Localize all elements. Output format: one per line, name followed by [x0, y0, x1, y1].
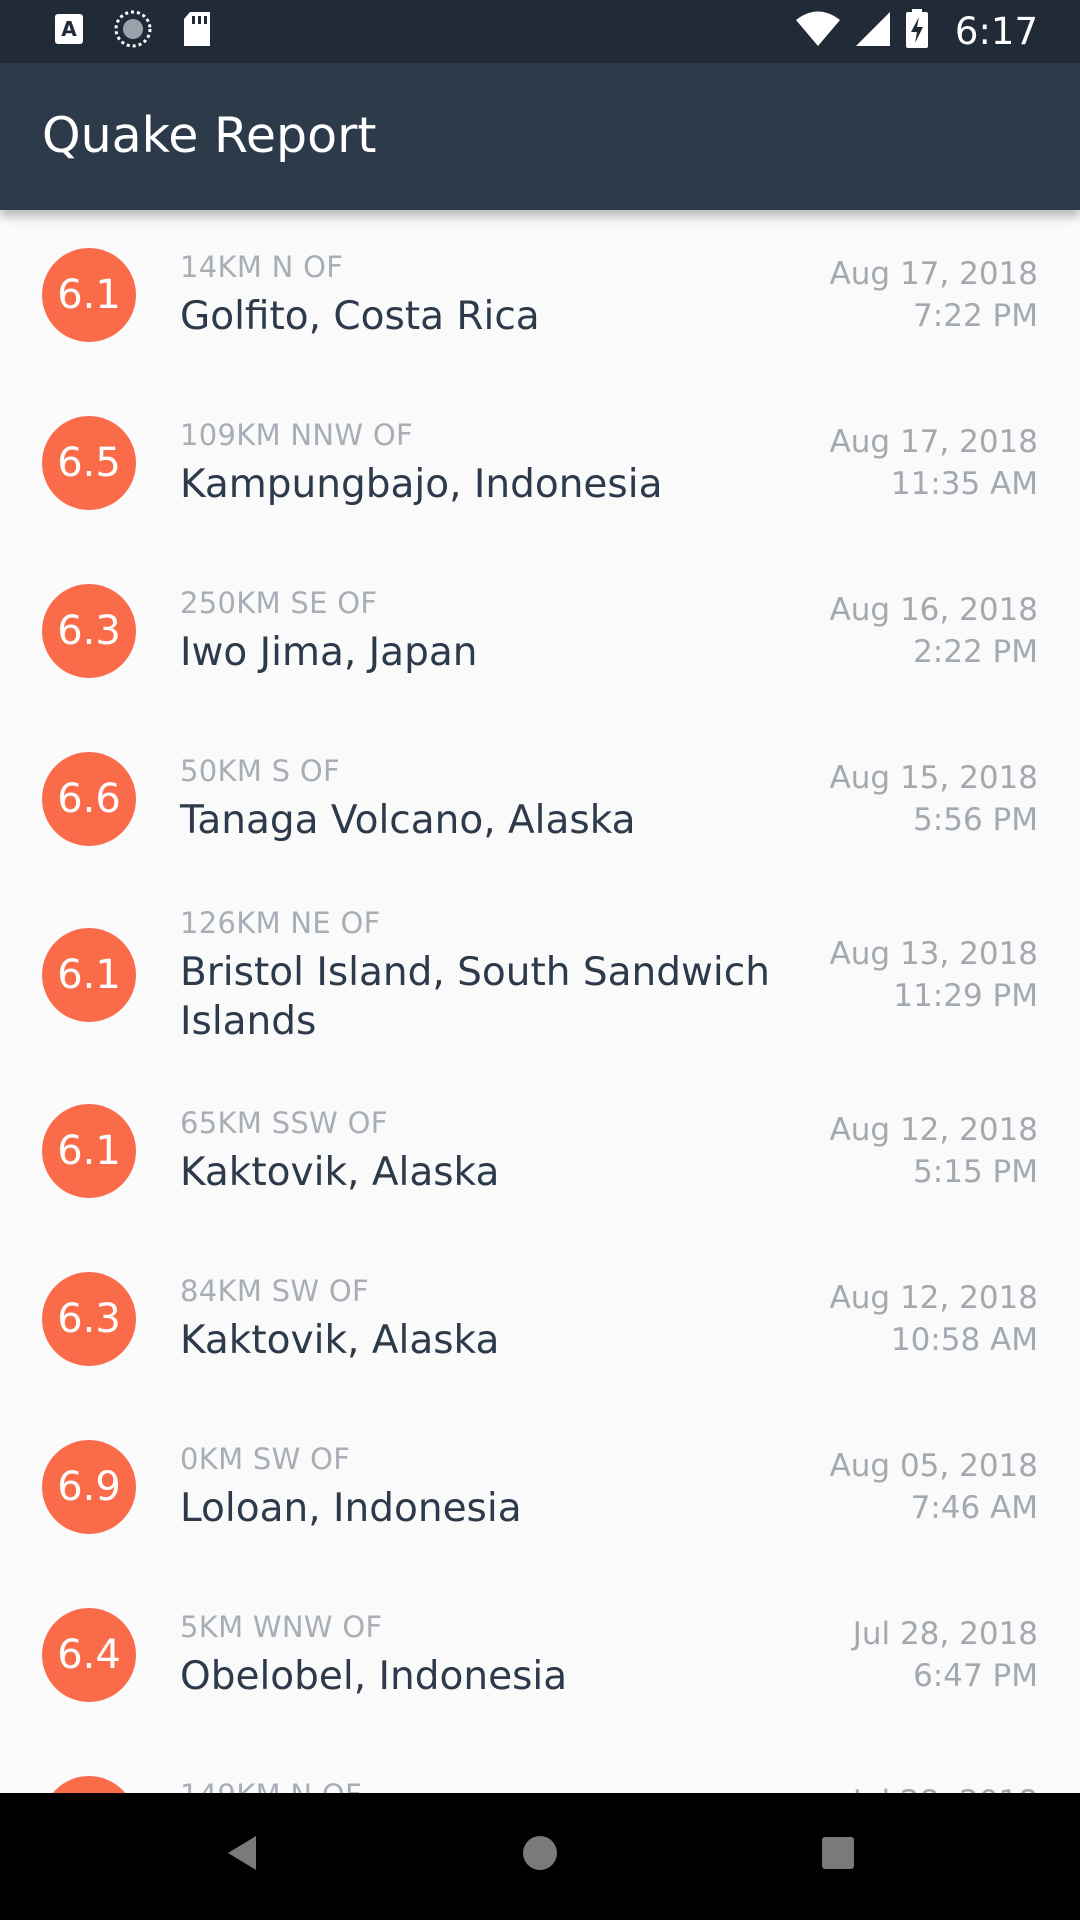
quake-time: 11:35 AM — [890, 466, 1038, 502]
quake-date: Jul 28, 2018 — [852, 1616, 1038, 1652]
navigation-bar — [0, 1793, 1080, 1920]
list-item[interactable]: 149KM N OF Jul 28, 2018 — [0, 1744, 1080, 1793]
location-offset: 84KM SW OF — [180, 1274, 369, 1308]
back-icon — [224, 1833, 260, 1877]
magnitude-circle: 6.3 — [42, 1272, 136, 1366]
svg-text:A: A — [61, 17, 77, 41]
location-offset: 65KM SSW OF — [180, 1106, 388, 1140]
cell-signal-icon — [855, 11, 891, 51]
recents-button[interactable] — [808, 1825, 868, 1885]
quake-date: Aug 05, 2018 — [829, 1448, 1038, 1484]
recents-icon — [821, 1836, 855, 1874]
wifi-icon — [795, 11, 841, 51]
quake-time: 6:47 PM — [913, 1658, 1038, 1694]
location-offset: 250KM SE OF — [180, 586, 378, 620]
list-item[interactable]: 6.1 65KM SSW OF Kaktovik, Alaska Aug 12,… — [0, 1072, 1080, 1240]
primary-location: Loloan, Indonesia — [180, 1486, 522, 1531]
location-offset: 126KM NE OF — [180, 906, 381, 940]
app-bar: Quake Report — [0, 63, 1080, 210]
primary-location: Bristol Island, South Sandwich Islands — [180, 950, 770, 1044]
earthquake-list[interactable]: 6.1 14KM N OF Golfito, Costa Rica Aug 17… — [0, 210, 1080, 1793]
sync-progress-icon — [114, 10, 152, 52]
primary-location: Iwo Jima, Japan — [180, 630, 478, 675]
location-offset: 50KM S OF — [180, 754, 340, 788]
location-offset: 14KM N OF — [180, 250, 344, 284]
list-item[interactable]: 6.9 0KM SW OF Loloan, Indonesia Aug 05, … — [0, 1408, 1080, 1576]
magnitude-circle: 6.6 — [42, 752, 136, 846]
quake-date: Aug 13, 2018 — [829, 936, 1038, 972]
status-time: 6:17 — [954, 9, 1038, 53]
quake-time: 5:15 PM — [913, 1154, 1038, 1190]
location-offset: 149KM N OF — [180, 1778, 362, 1793]
quake-date: Aug 12, 2018 — [829, 1112, 1038, 1148]
battery-charging-icon — [905, 9, 929, 53]
magnitude-circle: 6.5 — [42, 416, 136, 510]
list-item[interactable]: 6.6 50KM S OF Tanaga Volcano, Alaska Aug… — [0, 714, 1080, 882]
status-bar: A 6:17 — [0, 0, 1080, 63]
magnitude-circle: 6.4 — [42, 1608, 136, 1702]
sd-card-icon — [182, 11, 212, 51]
magnitude-circle: 6.3 — [42, 584, 136, 678]
primary-location: Tanaga Volcano, Alaska — [180, 798, 636, 843]
app-title: Quake Report — [42, 107, 377, 164]
magnitude-circle: 6.1 — [42, 1104, 136, 1198]
list-item[interactable]: 6.5 109KM NNW OF Kampungbajo, Indonesia … — [0, 378, 1080, 546]
quake-date: Aug 12, 2018 — [829, 1280, 1038, 1316]
magnitude-circle: 6.1 — [42, 248, 136, 342]
quake-date: Aug 17, 2018 — [829, 424, 1038, 460]
text-a-icon: A — [54, 13, 84, 49]
quake-date: Jul 28, 2018 — [853, 1784, 1038, 1793]
location-offset: 5KM WNW OF — [180, 1610, 383, 1644]
magnitude-circle: 6.1 — [42, 928, 136, 1022]
primary-location: Kampungbajo, Indonesia — [180, 462, 663, 507]
primary-location: Golfito, Costa Rica — [180, 294, 540, 339]
location-offset: 109KM NNW OF — [180, 418, 413, 452]
quake-time: 2:22 PM — [913, 634, 1038, 670]
quake-time: 5:56 PM — [913, 802, 1038, 838]
quake-date: Aug 15, 2018 — [829, 760, 1038, 796]
list-item[interactable]: 6.1 14KM N OF Golfito, Costa Rica Aug 17… — [0, 210, 1080, 378]
quake-date: Aug 16, 2018 — [829, 592, 1038, 628]
back-button[interactable] — [212, 1825, 272, 1885]
list-item[interactable]: 6.3 84KM SW OF Kaktovik, Alaska Aug 12, … — [0, 1240, 1080, 1408]
location-offset: 0KM SW OF — [180, 1442, 351, 1476]
magnitude-circle — [42, 1776, 136, 1793]
quake-time: 7:22 PM — [913, 298, 1038, 334]
list-item[interactable]: 6.3 250KM SE OF Iwo Jima, Japan Aug 16, … — [0, 546, 1080, 714]
list-item[interactable]: 6.4 5KM WNW OF Obelobel, Indonesia Jul 2… — [0, 1576, 1080, 1744]
primary-location: Obelobel, Indonesia — [180, 1654, 568, 1699]
magnitude-circle: 6.9 — [42, 1440, 136, 1534]
home-button[interactable] — [510, 1825, 570, 1885]
quake-time: 7:46 AM — [910, 1490, 1038, 1526]
quake-date: Aug 17, 2018 — [829, 256, 1038, 292]
primary-location: Kaktovik, Alaska — [180, 1150, 500, 1195]
quake-time: 11:29 PM — [893, 978, 1038, 1014]
primary-location: Kaktovik, Alaska — [180, 1318, 500, 1363]
home-icon — [521, 1834, 559, 1876]
quake-time: 10:58 AM — [890, 1322, 1038, 1358]
list-item[interactable]: 6.1 126KM NE OF Bristol Island, South Sa… — [0, 882, 1080, 1072]
